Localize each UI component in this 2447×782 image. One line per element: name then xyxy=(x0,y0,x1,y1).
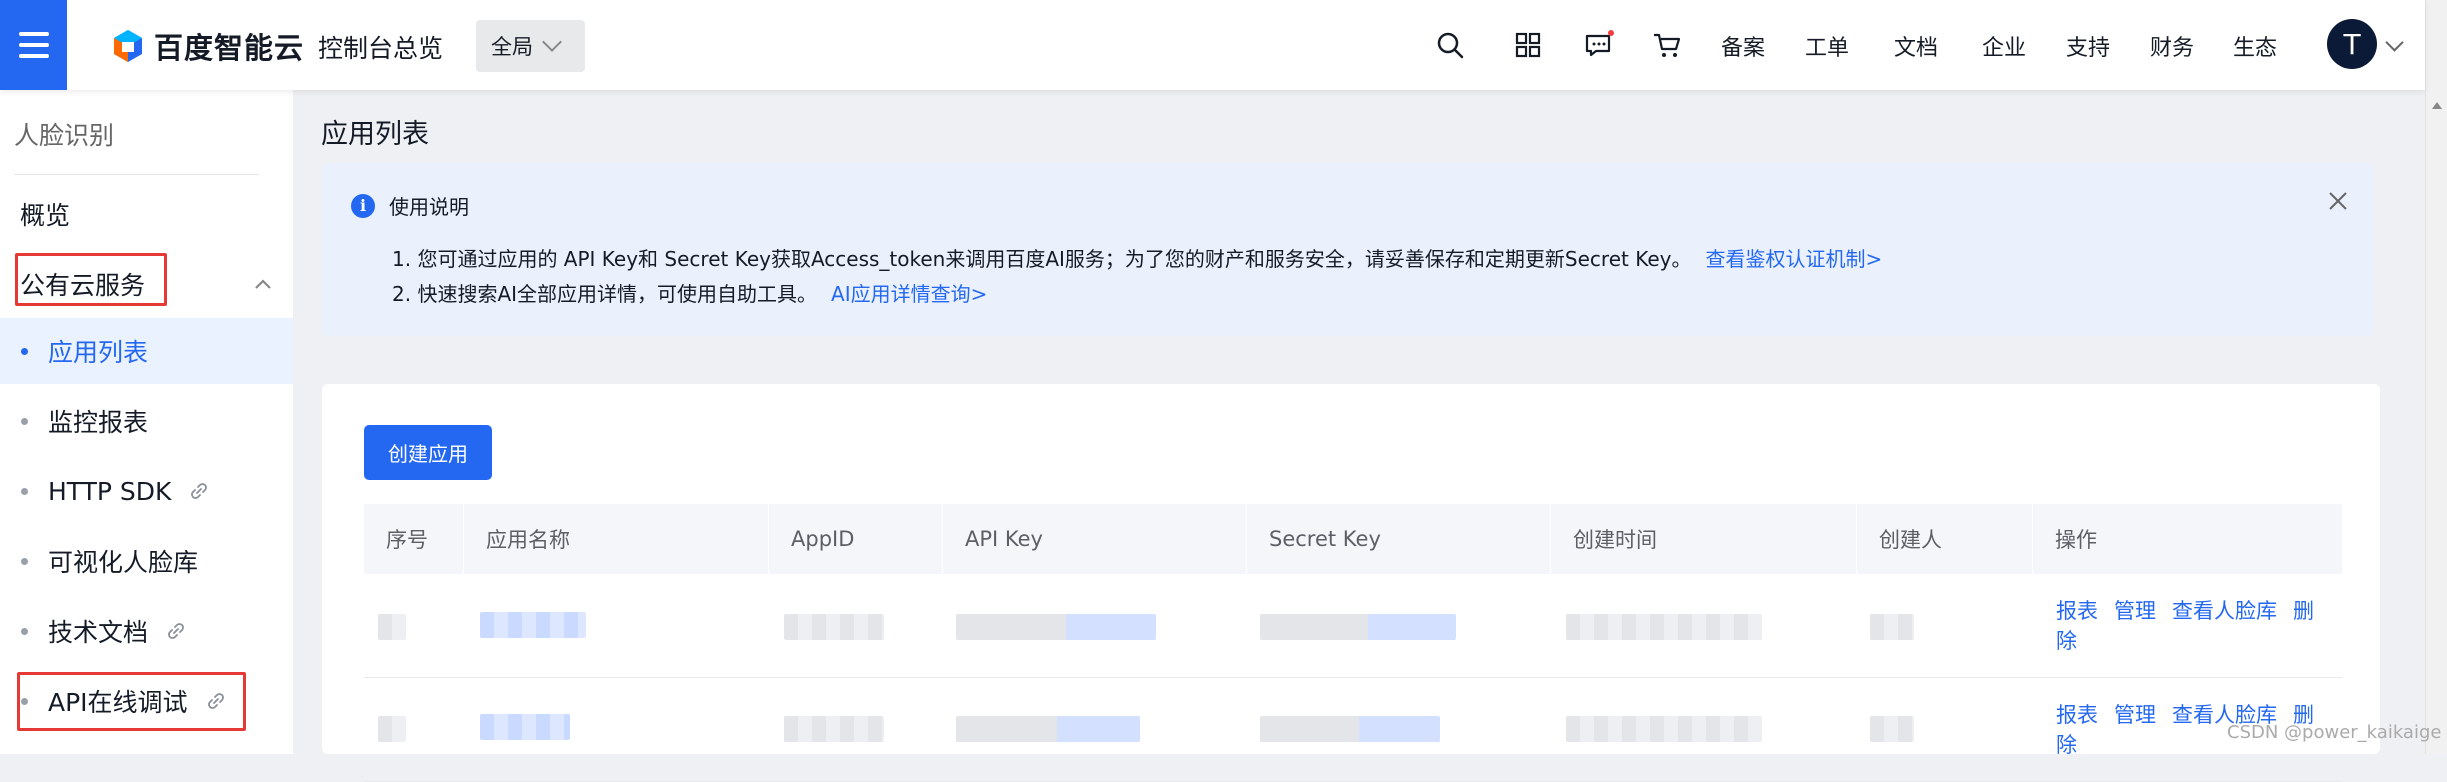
redacted-cell xyxy=(784,614,884,640)
highlight-box xyxy=(17,672,246,731)
chevron-down-icon[interactable] xyxy=(2385,33,2404,52)
main-content: 应用列表 i 使用说明 1. 您可通过应用的 API Key和 Secret K… xyxy=(293,90,2425,782)
redacted-cell xyxy=(1870,716,1914,742)
nav-support[interactable]: 支持 xyxy=(2066,30,2110,62)
scope-label: 全局 xyxy=(491,35,533,59)
chevron-up-icon xyxy=(255,279,271,289)
grid-icon[interactable] xyxy=(1512,29,1544,61)
redacted-cell xyxy=(956,614,1156,640)
notice-line-2: 2. 快速搜索AI全部应用详情，可使用自助工具。 AI应用详情查询> xyxy=(392,278,987,307)
page-title: 应用列表 xyxy=(321,119,429,150)
sidebar-product-title: 人脸识别 xyxy=(14,121,115,150)
highlight-box xyxy=(15,253,167,306)
watermark: CSDN @power_kaikaige xyxy=(2227,722,2442,743)
sidebar: 人脸识别 概览 公有云服务 应用列表 监控报表 HTTP SDK 可视化人脸库 … xyxy=(0,90,293,754)
bullet-icon xyxy=(21,487,28,495)
logo-text: 百度智能云 xyxy=(154,31,305,65)
app-list-card: 创建应用 序号 应用名称 AppID API Key Secret Key 创建… xyxy=(322,384,2380,782)
redacted-app-name-link[interactable] xyxy=(480,714,570,740)
redacted-cell xyxy=(1870,614,1914,640)
notice-line-1: 1. 您可通过应用的 API Key和 Secret Key获取Access_t… xyxy=(392,243,1882,272)
redacted-cell xyxy=(1566,716,1762,742)
nav-finance[interactable]: 财务 xyxy=(2150,30,2194,62)
sidebar-item-monitor-report[interactable]: 监控报表 xyxy=(0,388,293,454)
notice-line-1-text: 1. 您可通过应用的 API Key和 Secret Key获取Access_t… xyxy=(392,247,1692,271)
notice-line-2-text: 2. 快速搜索AI全部应用详情，可使用自助工具。 xyxy=(392,282,818,306)
sidebar-item-label: 可视化人脸库 xyxy=(48,548,199,577)
bullet-icon xyxy=(21,347,28,355)
hamburger-menu-button[interactable] xyxy=(0,0,67,90)
row-actions: 报表 管理 查看人脸库 删除 xyxy=(2056,596,2336,656)
console-overview-link[interactable]: 控制台总览 xyxy=(318,29,443,65)
notice-title: 使用说明 xyxy=(389,195,469,219)
sidebar-item-label: 技术文档 xyxy=(48,618,149,647)
divider xyxy=(14,174,259,175)
baidu-cloud-logo[interactable]: 百度智能云 xyxy=(110,26,304,66)
baidu-cloud-logo-icon xyxy=(114,30,142,62)
sidebar-item-label: HTTP SDK xyxy=(48,476,172,506)
nav-beian[interactable]: 备案 xyxy=(1721,30,1765,62)
column-header-app-name: 应用名称 xyxy=(464,504,769,574)
redacted-cell xyxy=(784,716,884,742)
sidebar-item-tech-docs[interactable]: 技术文档 xyxy=(0,598,293,664)
redacted-cell xyxy=(378,614,406,640)
auth-mechanism-link[interactable]: 查看鉴权认证机制> xyxy=(1705,247,1882,271)
nav-ecosystem[interactable]: 生态 xyxy=(2233,30,2277,62)
chevron-down-icon xyxy=(542,32,562,52)
sidebar-item-label: 应用列表 xyxy=(48,338,149,367)
external-link-icon xyxy=(191,483,208,499)
bullet-icon xyxy=(21,627,28,635)
table-header: 序号 应用名称 AppID API Key Secret Key 创建时间 创建… xyxy=(364,504,2342,574)
column-header-actions: 操作 xyxy=(2055,528,2097,552)
page-scrollbar[interactable] xyxy=(2425,0,2447,754)
create-app-button[interactable]: 创建应用 xyxy=(364,425,492,480)
redacted-cell xyxy=(1260,716,1440,742)
top-navigation-bar: 百度智能云 控制台总览 全局 备案 工单 文档 企业 支持 财务 生态 T xyxy=(0,0,2425,90)
manage-link[interactable]: 管理 xyxy=(2114,703,2156,727)
nav-docs[interactable]: 文档 xyxy=(1894,30,1938,62)
external-link-icon xyxy=(168,623,184,639)
sidebar-item-label: 监控报表 xyxy=(48,408,149,437)
notice-header: i 使用说明 xyxy=(351,191,469,220)
close-icon[interactable] xyxy=(2326,189,2350,213)
search-icon[interactable] xyxy=(1434,29,1466,61)
redacted-app-name-link[interactable] xyxy=(480,612,586,638)
nav-ticket[interactable]: 工单 xyxy=(1805,30,1849,62)
column-header-appid: AppID xyxy=(769,504,943,574)
sidebar-item-visual-face-library[interactable]: 可视化人脸库 xyxy=(0,528,293,594)
column-header-api-key: API Key xyxy=(943,504,1247,574)
redacted-cell xyxy=(1260,614,1456,640)
app-detail-query-link[interactable]: AI应用详情查询> xyxy=(831,282,987,306)
redacted-cell xyxy=(956,716,1140,742)
scope-selector[interactable]: 全局 xyxy=(476,20,585,72)
column-header-index: 序号 xyxy=(364,504,464,574)
usage-notice: i 使用说明 1. 您可通过应用的 API Key和 Secret Key获取A… xyxy=(322,163,2374,336)
sidebar-item-http-sdk[interactable]: HTTP SDK xyxy=(0,458,293,524)
bullet-icon xyxy=(21,557,28,565)
message-icon[interactable] xyxy=(1582,29,1614,61)
scroll-up-arrow-icon[interactable] xyxy=(2432,102,2442,109)
redacted-cell xyxy=(378,716,406,742)
nav-enterprise[interactable]: 企业 xyxy=(1982,30,2026,62)
table-row: 报表 管理 查看人脸库 删除 xyxy=(364,678,2342,782)
bullet-icon xyxy=(21,417,28,425)
redacted-cell xyxy=(1566,614,1762,640)
sidebar-item-app-list[interactable]: 应用列表 xyxy=(0,318,293,384)
column-header-secret-key: Secret Key xyxy=(1247,504,1551,574)
manage-link[interactable]: 管理 xyxy=(2114,599,2156,623)
cart-icon[interactable] xyxy=(1651,29,1683,61)
column-header-created-time: 创建时间 xyxy=(1551,504,1857,574)
sidebar-item-overview[interactable]: 概览 xyxy=(20,196,70,232)
column-header-creator: 创建人 xyxy=(1857,504,2033,574)
table-row: 报表 管理 查看人脸库 删除 xyxy=(364,574,2342,678)
info-icon: i xyxy=(351,193,375,218)
report-link[interactable]: 报表 xyxy=(2056,703,2098,727)
view-face-library-link[interactable]: 查看人脸库 xyxy=(2172,599,2277,623)
report-link[interactable]: 报表 xyxy=(2056,599,2098,623)
user-avatar[interactable]: T xyxy=(2327,19,2377,69)
